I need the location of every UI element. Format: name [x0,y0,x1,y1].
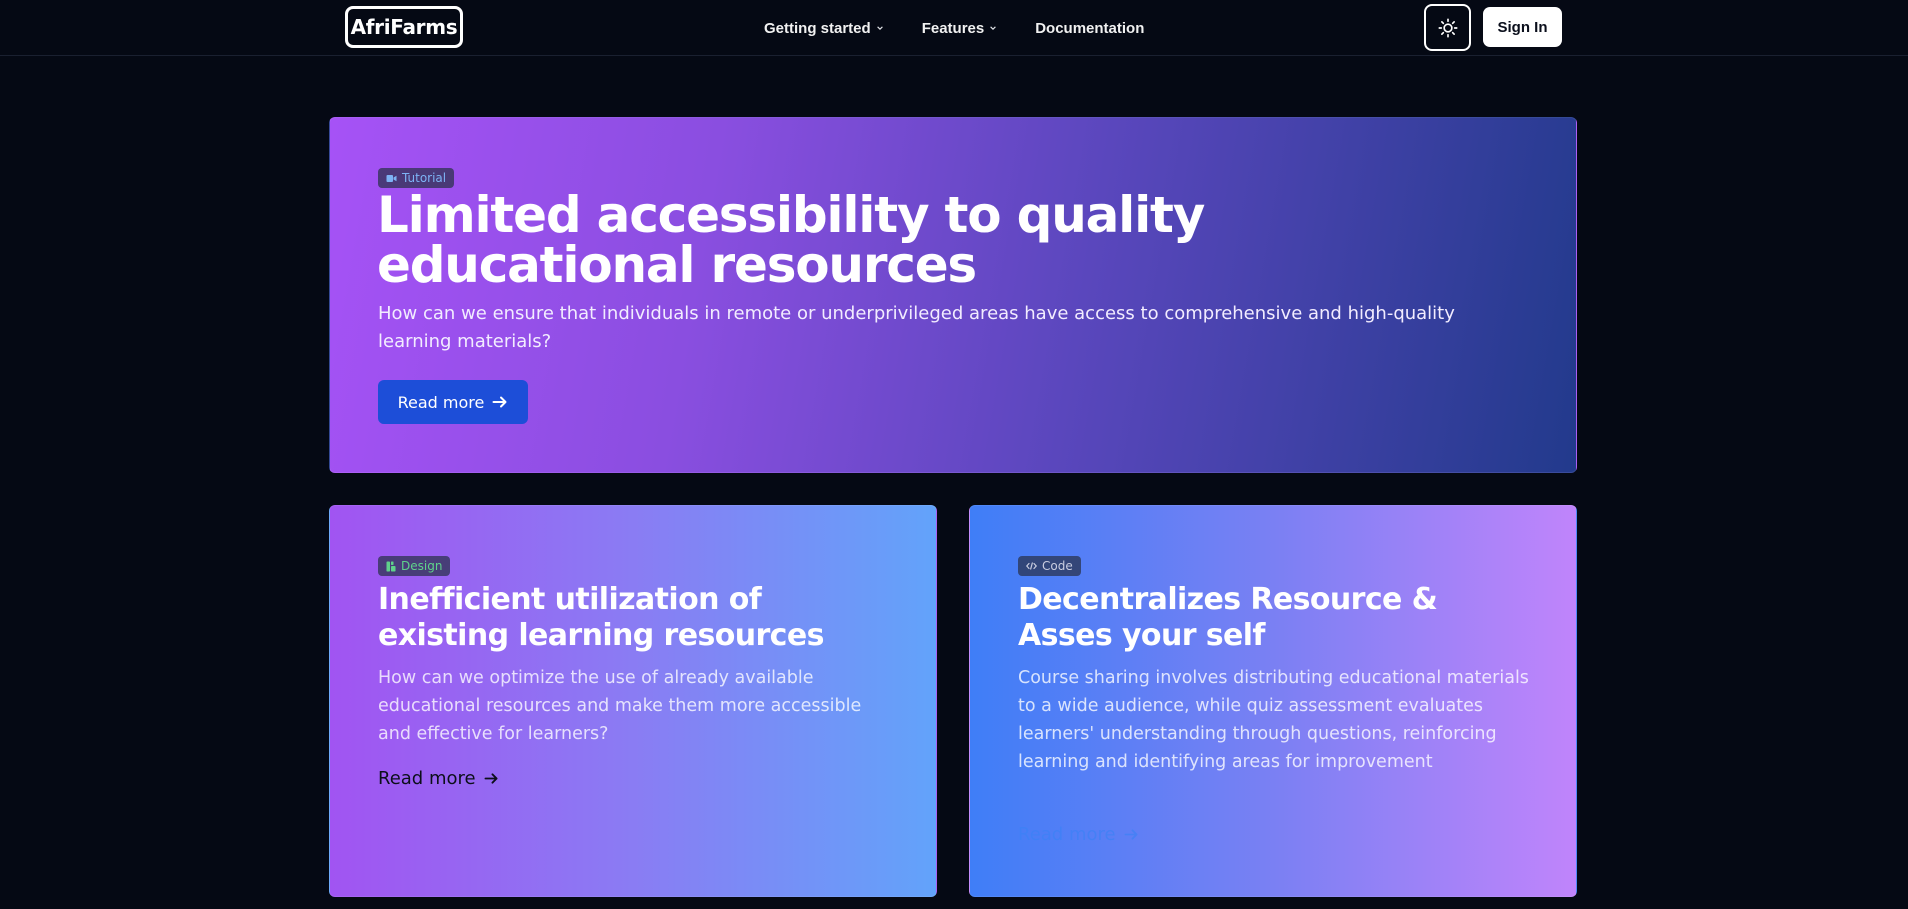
design-card: Design Inefficient utilization of existi… [329,505,937,897]
code-badge: Code [1018,556,1081,576]
nav-getting-started[interactable]: Getting started [745,0,903,56]
hero-card: Tutorial Limited accessibility to qualit… [329,117,1577,473]
code-card-description: Course sharing involves distributing edu… [1018,668,1529,772]
hero-read-more-label: Read more [397,392,485,412]
chevron-down-icon [990,26,997,30]
nav-links: Getting started Features Documentation [745,0,1163,56]
design-card-title: Inefficient utilization of existing lear… [378,582,824,653]
arrow-right-icon [492,396,507,408]
code-badge-label: Code [1042,559,1073,573]
design-icon [386,561,396,571]
tutorial-badge-label: Tutorial [402,171,447,185]
nav-documentation-label: Documentation [1035,19,1145,37]
nav-documentation[interactable]: Documentation [1016,0,1163,56]
top-navbar: AfriFarms Getting started Features Docum… [0,0,1908,56]
hero-read-more-button[interactable]: Read more [378,380,528,424]
design-card-description: How can we optimize the use of already a… [378,668,862,744]
code-card: Code Decentralizes Resource & Asses your… [969,505,1577,897]
brand-logo[interactable]: AfriFarms [345,6,463,48]
nav-features-label: Features [921,19,985,37]
arrow-right-icon [484,773,498,784]
arrow-right-icon [1124,829,1138,840]
design-card-read-more-label: Read more [378,768,476,789]
nav-getting-started-label: Getting started [764,19,871,37]
code-card-read-more-label: Read more [1018,824,1116,845]
design-badge: Design [378,556,451,576]
video-icon [386,174,397,182]
theme-toggle-button[interactable] [1424,4,1471,51]
hero-description: How can we ensure that individuals in re… [378,303,1455,352]
code-card-read-more-link[interactable]: Read more [1018,824,1139,845]
sun-icon [1437,17,1458,38]
tutorial-badge: Tutorial [378,168,455,188]
code-card-title: Decentralizes Resource & Asses your self [1018,582,1438,653]
hero-title: Limited accessibility to quality educati… [377,186,1205,294]
sign-in-button[interactable]: Sign In [1483,7,1562,47]
nav-features[interactable]: Features [903,0,1017,56]
design-badge-label: Design [401,559,443,573]
code-icon [1026,562,1037,570]
chevron-down-icon [876,26,883,30]
design-card-read-more-link[interactable]: Read more [378,768,499,789]
